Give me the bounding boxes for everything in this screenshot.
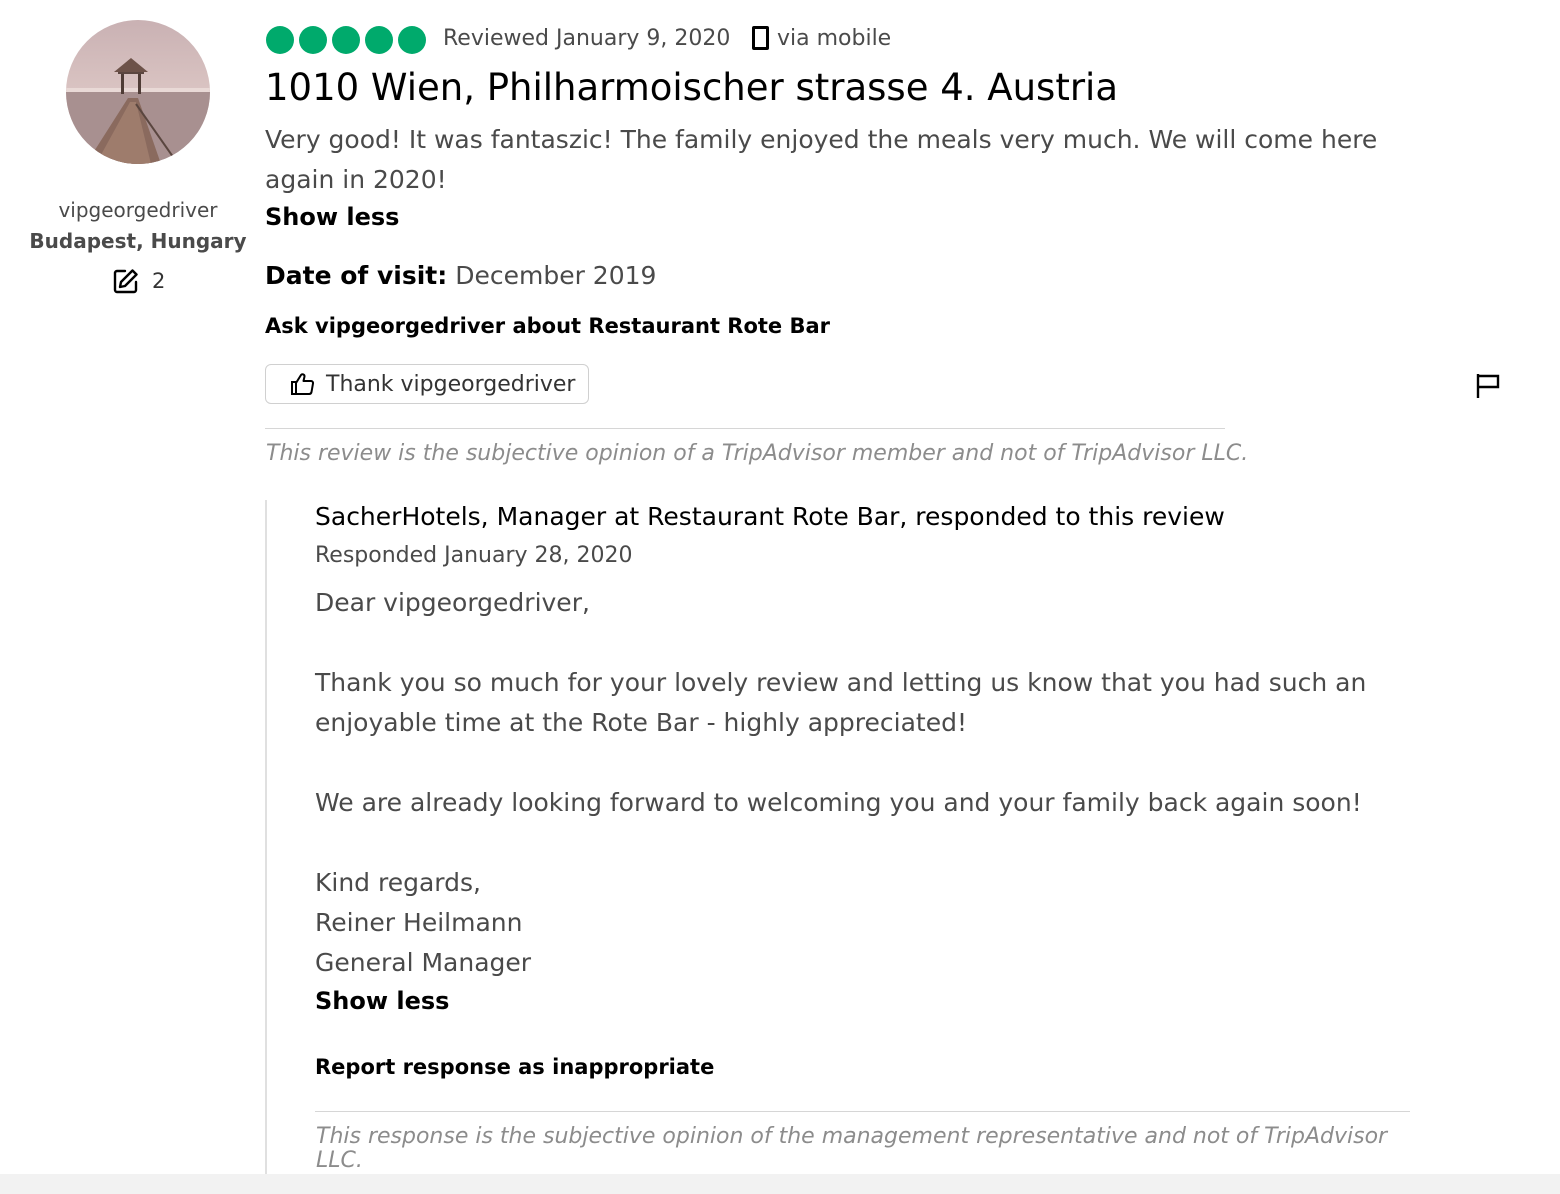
review-show-less-button[interactable]: Show less: [265, 203, 399, 231]
response-date: Responded January 28, 2020: [315, 543, 633, 568]
response-divider: [315, 1111, 1410, 1112]
reviewer-username[interactable]: vipgeorgedriver: [0, 198, 276, 222]
avatar-photo-icon: [66, 20, 210, 164]
response-signer-title: General Manager: [315, 948, 532, 977]
rating-bubbles: [266, 26, 426, 54]
date-of-visit-value: December 2019: [455, 261, 657, 290]
thank-button-label: Thank vipgeorgedriver: [326, 371, 576, 397]
avatar[interactable]: [66, 20, 210, 164]
rating-bubble-icon: [266, 26, 294, 54]
report-response-link[interactable]: Report response as inappropriate: [315, 1055, 714, 1079]
response-accent-bar: [265, 500, 267, 1174]
review-body: Very good! It was fantaszic! The family …: [265, 125, 1378, 194]
response-header: SacherHotels, Manager at Restaurant Rote…: [315, 502, 1225, 531]
reviewer-location: Budapest, Hungary: [29, 229, 247, 253]
contributions-number: 2: [152, 269, 166, 293]
thumbs-up-icon: [291, 373, 315, 395]
ask-reviewer-link[interactable]: Ask vipgeorgedriver about Restaurant Rot…: [265, 314, 830, 338]
report-flag-icon[interactable]: [1474, 372, 1502, 404]
response-signer-name: Reiner Heilmann: [315, 908, 523, 937]
date-of-visit-label: Date of visit:: [265, 261, 448, 290]
rating-bubble-icon: [398, 26, 426, 54]
response-greeting: Dear vipgeorgedriver,: [315, 588, 590, 617]
review-date: Reviewed January 9, 2020: [443, 26, 731, 51]
review-divider: [265, 428, 1225, 429]
review-title[interactable]: 1010 Wien, Philharmoischer strasse 4. Au…: [265, 66, 1118, 109]
contributions-count: 2: [112, 267, 165, 295]
thank-reviewer-button[interactable]: Thank vipgeorgedriver: [265, 364, 589, 404]
response-show-less-button[interactable]: Show less: [315, 987, 449, 1015]
response-disclaimer: This response is the subjective opinion …: [316, 1124, 1388, 1173]
review-disclaimer: This review is the subjective opinion of…: [266, 441, 1249, 466]
edit-icon: [113, 269, 138, 294]
review-device: via mobile: [777, 26, 892, 51]
rating-bubble-icon: [299, 26, 327, 54]
response-body: Dear vipgeorgedriver, Thank you so much …: [315, 583, 1410, 983]
response-paragraph: Thank you so much for your lovely review…: [315, 668, 1367, 737]
page-bottom-strip: [0, 1174, 1560, 1194]
phone-icon: [752, 26, 769, 50]
date-of-visit: Date of visit: December 2019: [265, 261, 656, 290]
rating-bubble-icon: [365, 26, 393, 54]
rating-bubble-icon: [332, 26, 360, 54]
response-closing: Kind regards,: [315, 868, 481, 897]
response-paragraph: We are already looking forward to welcom…: [315, 788, 1362, 817]
